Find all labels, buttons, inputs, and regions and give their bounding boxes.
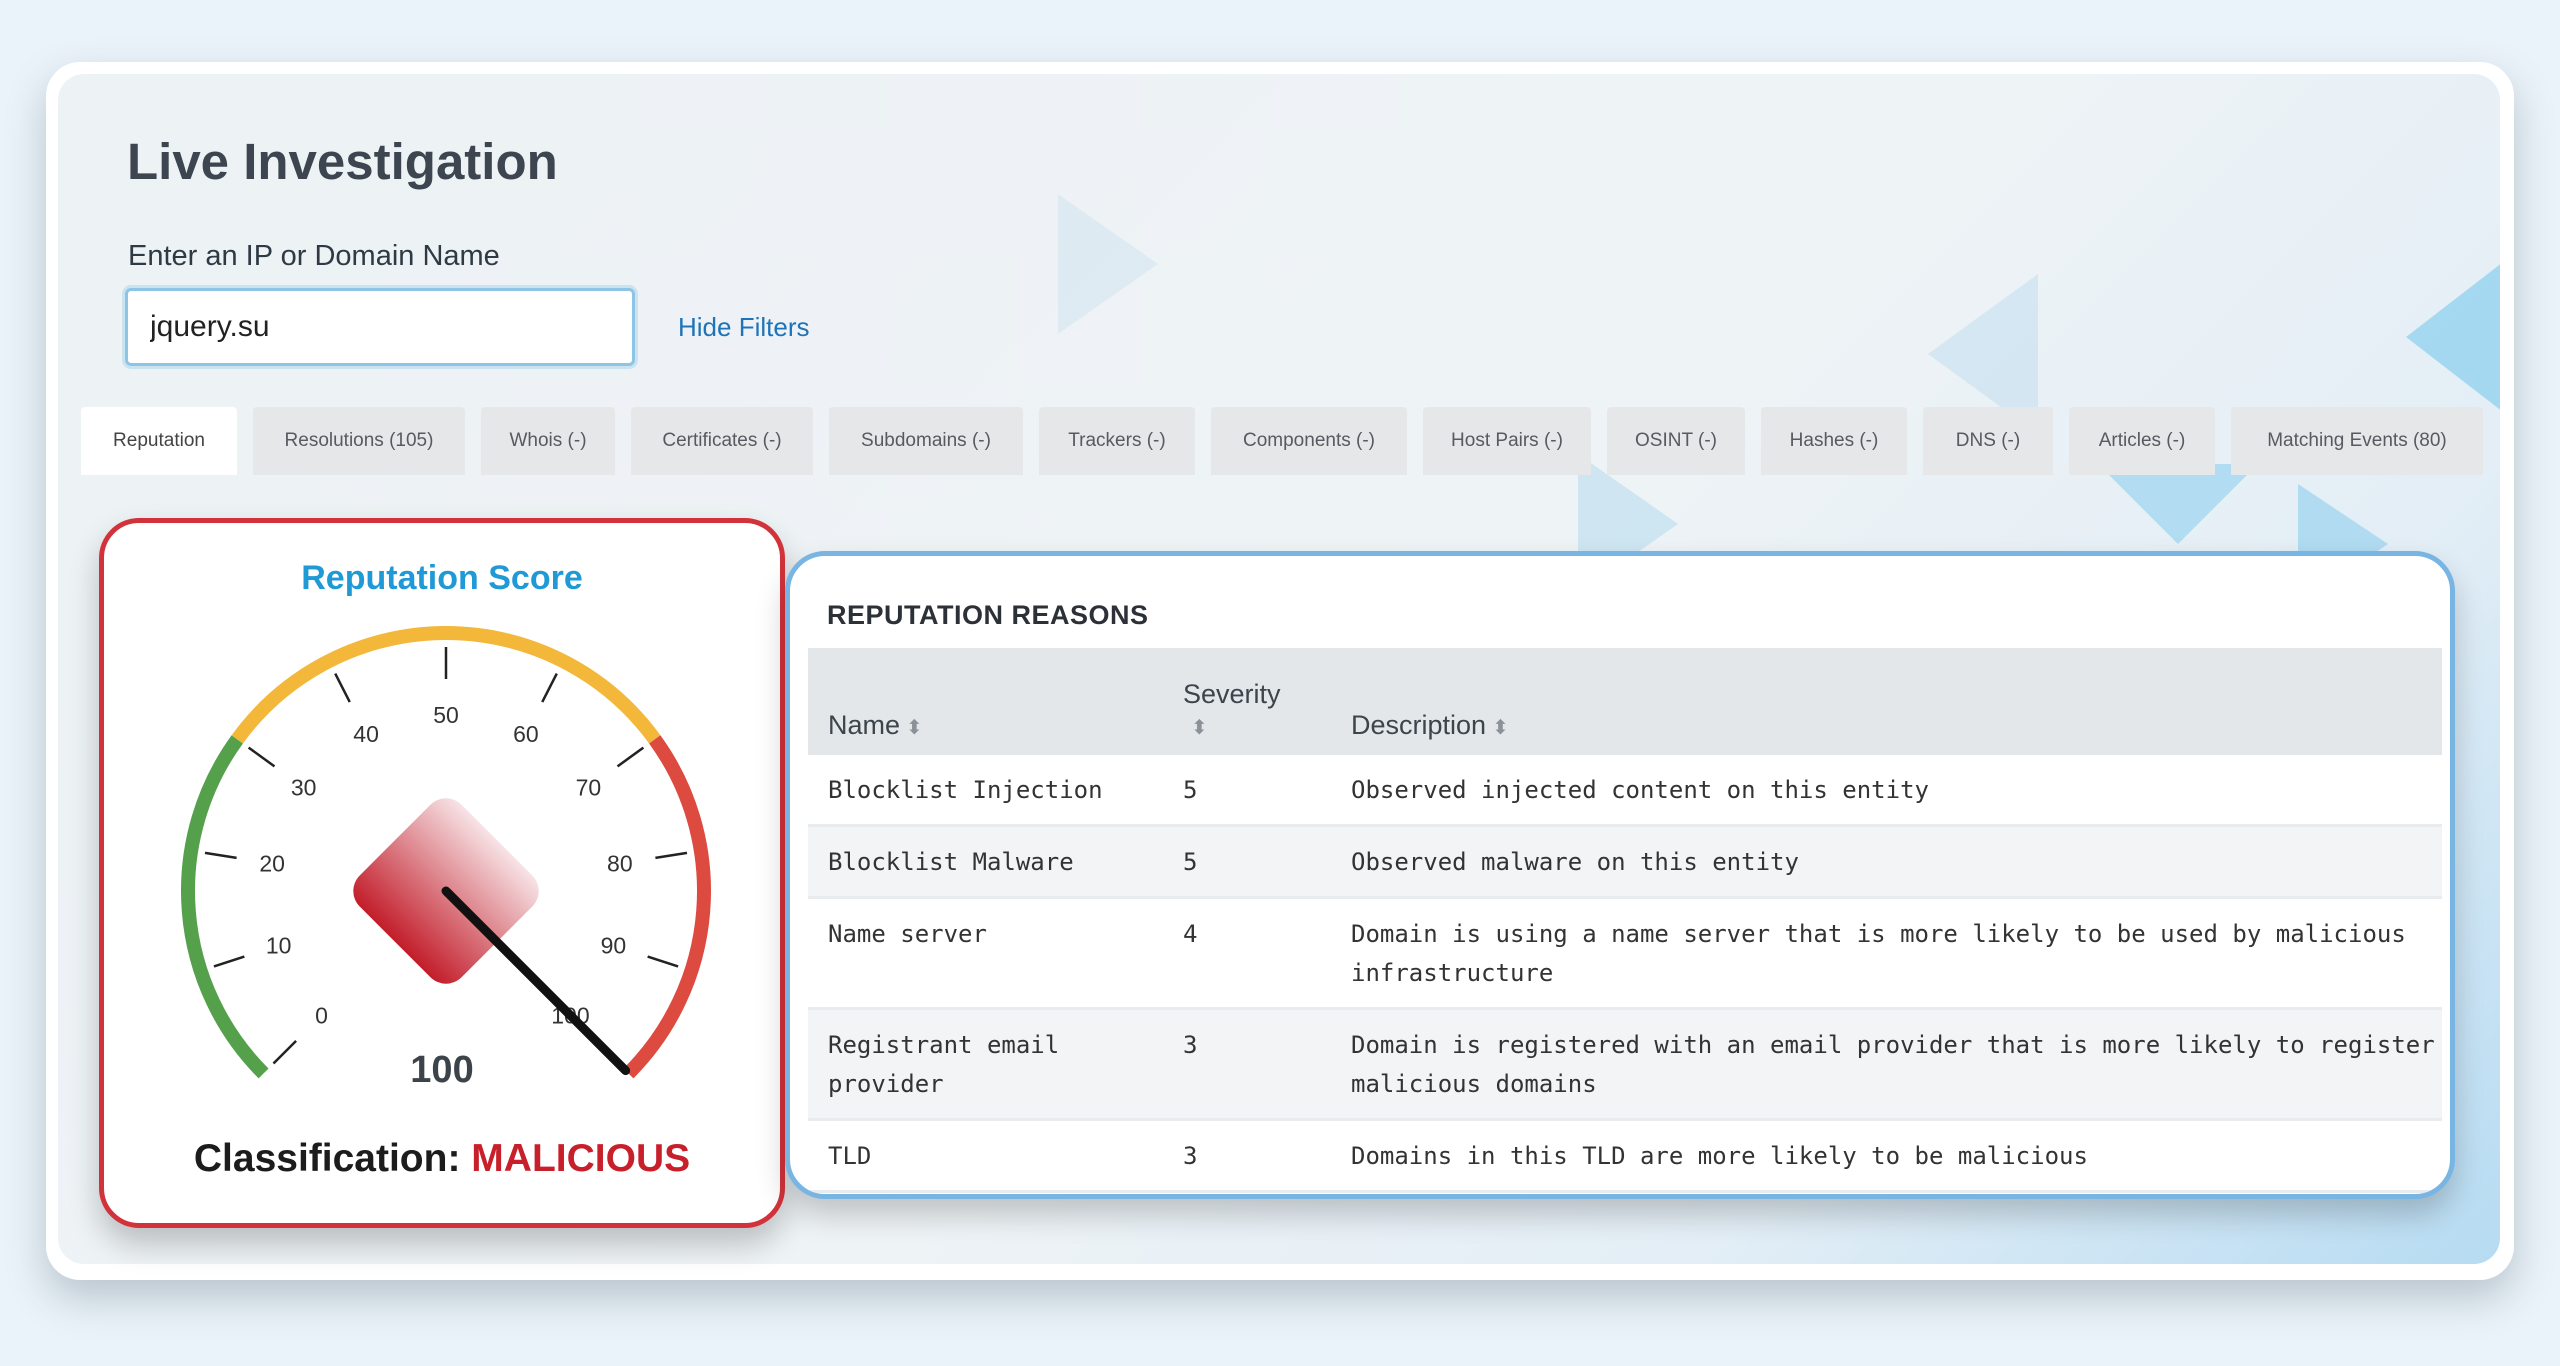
tab-trackers[interactable]: Trackers (-) (1039, 407, 1195, 475)
column-header-severity[interactable]: Severity ⬍ (1163, 648, 1331, 755)
classification: Classification: MALICIOUS (104, 1137, 780, 1181)
reasons-table: Name ⬍ Severity ⬍ Description ⬍ Blocklist I… (808, 648, 2442, 1193)
tab-certificates[interactable]: Certificates (-) (631, 407, 813, 475)
gauge-tick-label: 20 (259, 850, 285, 876)
cell-severity: 4 (1183, 920, 1198, 948)
gauge-tick (247, 746, 276, 768)
gauge-tick-label: 50 (433, 702, 459, 728)
cell-name: Blocklist Malware (828, 848, 1074, 876)
reputation-gauge: 0102030405060708090100 (181, 626, 711, 1079)
table-row: TLD 3 Domains in this TLD are more likel… (808, 1119, 2442, 1192)
gauge-needle (441, 886, 631, 1076)
table-row: Registrant email provider 3 Domain is re… (808, 1008, 2442, 1120)
table-row: Blocklist Injection 5 Observed injected … (808, 755, 2442, 826)
cell-severity: 5 (1183, 776, 1198, 804)
gauge-tick-label: 60 (513, 721, 539, 747)
cell-severity: 3 (1183, 1142, 1198, 1170)
tab-components[interactable]: Components (-) (1211, 407, 1407, 475)
reputation-score-card: Reputation Score 0 10 20 30 40 50 60 70 80 90 100 … (99, 518, 785, 1228)
cell-severity: 3 (1183, 1031, 1198, 1059)
classification-value: MALICIOUS (471, 1137, 691, 1180)
page-title: Live Investigation (127, 133, 558, 190)
tab-hashes[interactable]: Hashes (-) (1761, 407, 1907, 475)
tab-whois[interactable]: Whois (-) (481, 407, 615, 475)
gauge-tick-label: 90 (601, 932, 627, 958)
sort-icon: ⬍ (1492, 717, 1509, 739)
cell-description: Domain is registered with an email provi… (1351, 1031, 2435, 1098)
cell-name: Blocklist Injection (828, 776, 1103, 804)
tab-bar: Reputation Resolutions (105) Whois (-) C… (81, 407, 2485, 475)
tab-reputation[interactable]: Reputation (81, 407, 237, 475)
tab-resolutions[interactable]: Resolutions (105) (253, 407, 465, 475)
gauge-tick (647, 955, 679, 968)
gauge-tick (541, 673, 558, 703)
table-header-row: Name ⬍ Severity ⬍ Description ⬍ (808, 648, 2442, 755)
gauge-tick (655, 851, 688, 860)
gauge-tick-label: 40 (353, 721, 379, 747)
gauge-tick-label: 0 (315, 1002, 328, 1028)
cell-description: Observed malware on this entity (1351, 848, 1799, 876)
gauge-tick-label: 70 (576, 775, 602, 801)
tab-dns[interactable]: DNS (-) (1923, 407, 2053, 475)
bg-triangle (2406, 252, 2500, 422)
tab-matching-events[interactable]: Matching Events (80) (2231, 407, 2483, 475)
gauge-tick (213, 955, 245, 968)
classification-label: Classification: (193, 1137, 461, 1180)
cell-description: Observed injected content on this entity (1351, 776, 1929, 804)
tab-host-pairs[interactable]: Host Pairs (-) (1423, 407, 1591, 475)
tab-articles[interactable]: Articles (-) (2069, 407, 2215, 475)
gauge-tick-label: 10 (266, 932, 292, 958)
sort-icon: ⬍ (906, 717, 923, 739)
reputation-reasons-title: REPUTATION REASONS (827, 600, 1149, 630)
reputation-score-value: 100 (410, 1049, 474, 1091)
gauge-band (181, 735, 269, 1079)
sort-icon: ⬍ (1191, 717, 1208, 739)
gauge-tick (334, 673, 351, 703)
column-header-description[interactable]: Description ⬍ (1331, 648, 2442, 755)
gauge-band (623, 735, 711, 1079)
cell-name: Registrant email provider (828, 1031, 1060, 1098)
reputation-reasons-card: REPUTATION REASONS Name ⬍ Severity ⬍ Descr… (785, 551, 2455, 1199)
table-row: Blocklist Malware 5 Observed malware on … (808, 825, 2442, 898)
table-row: Name server 4 Domain is using a name ser… (808, 897, 2442, 1009)
tab-osint[interactable]: OSINT (-) (1607, 407, 1745, 475)
search-label: Enter an IP or Domain Name (128, 240, 500, 272)
gauge-tick (616, 746, 645, 768)
gauge-tick-label: 80 (607, 850, 633, 876)
hide-filters-link[interactable]: Hide Filters (678, 312, 809, 343)
cell-name: TLD (828, 1142, 872, 1170)
gauge-tick (204, 851, 237, 860)
search-input[interactable] (125, 288, 635, 366)
column-header-name[interactable]: Name ⬍ (808, 648, 1163, 755)
cell-description: Domains in this TLD are more likely to b… (1351, 1142, 2088, 1170)
cell-description: Domain is using a name server that is mo… (1351, 920, 2406, 987)
tab-subdomains[interactable]: Subdomains (-) (829, 407, 1023, 475)
bg-triangle (2098, 464, 2258, 544)
gauge-tick-label: 30 (291, 775, 317, 801)
cell-name: Name server (828, 920, 987, 948)
cell-severity: 5 (1183, 848, 1198, 876)
bg-triangle (1058, 194, 1158, 334)
